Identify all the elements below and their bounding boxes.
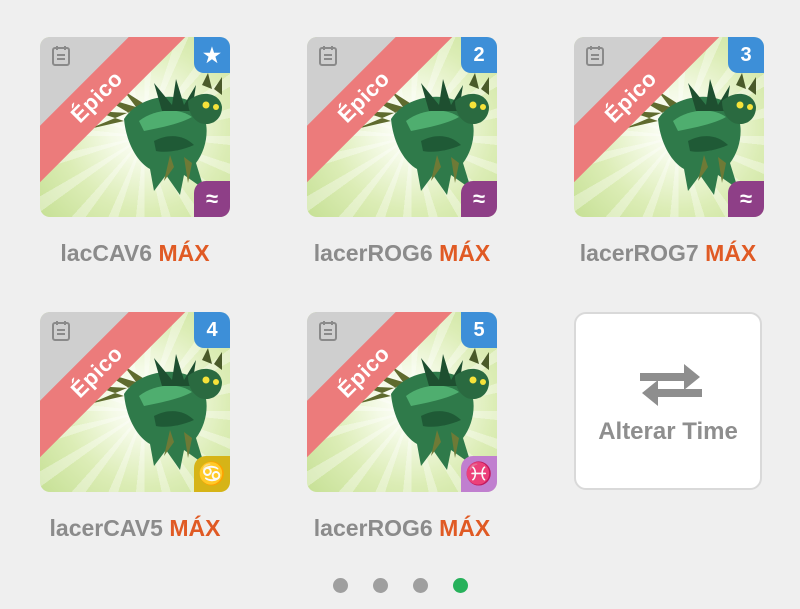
monster-label-2: lacerROG6 MÁX (272, 240, 532, 267)
level-max: MÁX (439, 240, 491, 266)
notes-icon[interactable] (50, 45, 72, 67)
water-waves-icon: ≈ (461, 181, 497, 217)
page-dot-2[interactable] (373, 578, 388, 593)
leader-star-icon: ★ (194, 37, 230, 73)
level-max: MÁX (439, 515, 491, 541)
change-team-label: Alterar Time (598, 418, 738, 445)
monster-label-5: lacerROG6 MÁX (272, 515, 532, 542)
rank-badge: 2 (461, 37, 497, 73)
page-dot-1[interactable] (333, 578, 348, 593)
rank-badge: 3 (728, 37, 764, 73)
level-max: MÁX (705, 240, 757, 266)
monster-label-1: lacCAV6 MÁX (5, 240, 265, 267)
pisces-icon: ♓ (461, 456, 497, 492)
level-max: MÁX (169, 515, 221, 541)
notes-icon[interactable] (584, 45, 606, 67)
rank-badge: 5 (461, 312, 497, 348)
monster-label-3: lacerROG7 MÁX (538, 240, 798, 267)
monster-name: lacerCAV5 (49, 515, 163, 541)
monster-card-5[interactable]: Épico 5 ♓ (307, 312, 497, 492)
swap-arrows-icon (640, 364, 702, 406)
page-dot-4-active[interactable] (453, 578, 468, 593)
notes-icon[interactable] (317, 320, 339, 342)
page-dot-3[interactable] (413, 578, 428, 593)
level-max: MÁX (158, 240, 210, 266)
monster-name: lacCAV6 (60, 240, 153, 266)
notes-icon[interactable] (50, 320, 72, 342)
cancer-icon: ♋ (194, 456, 230, 492)
monster-name: lacerROG6 (313, 240, 433, 266)
monster-label-4: lacerCAV5 MÁX (5, 515, 265, 542)
page-indicator (330, 578, 470, 594)
monster-name: lacerROG6 (313, 515, 433, 541)
monster-card-4[interactable]: Épico 4 ♋ (40, 312, 230, 492)
water-waves-icon: ≈ (194, 181, 230, 217)
water-waves-icon: ≈ (728, 181, 764, 217)
notes-icon[interactable] (317, 45, 339, 67)
monster-card-3[interactable]: Épico 3 ≈ (574, 37, 764, 217)
monster-name: lacerROG7 (579, 240, 699, 266)
monster-card-1[interactable]: Épico ★ ≈ (40, 37, 230, 217)
monster-card-2[interactable]: Épico 2 ≈ (307, 37, 497, 217)
change-team-button[interactable]: Alterar Time (574, 312, 762, 490)
rank-badge: 4 (194, 312, 230, 348)
